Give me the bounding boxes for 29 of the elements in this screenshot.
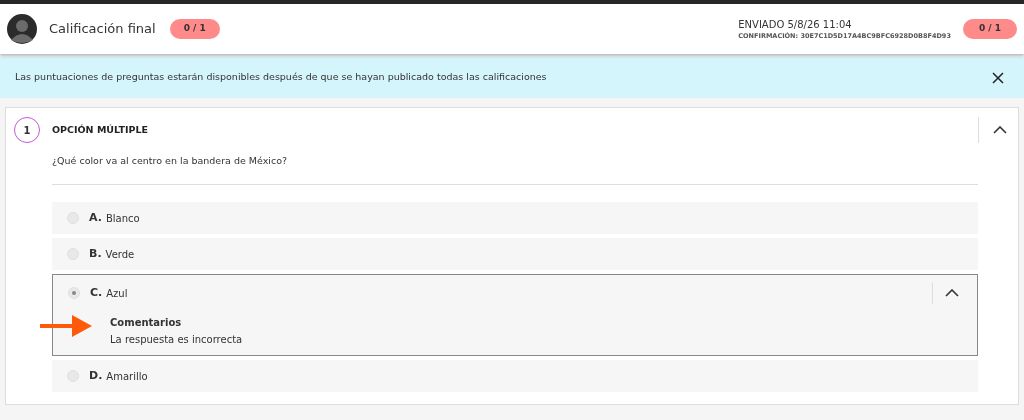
option-text: Azul	[106, 286, 128, 301]
option-text: Amarillo	[106, 369, 148, 384]
score-badge: 0 / 1	[169, 19, 220, 39]
question-text: ¿Qué color va al centro en la bandera de México?	[52, 155, 288, 166]
option-letter: B.	[89, 245, 102, 262]
option-letter: A.	[89, 209, 102, 226]
question-type: OPCIÓN MÚLTIPLE	[52, 122, 149, 137]
avatar-icon	[7, 14, 37, 44]
collapse-button[interactable]	[945, 289, 959, 297]
answer-option[interactable]: A. Blanco	[52, 202, 978, 234]
feedback-title: Comentarios	[110, 316, 183, 330]
chevron-up-icon	[945, 289, 959, 297]
answer-option[interactable]: C. Azul Comentarios La respuesta es incorrecta	[52, 274, 978, 356]
radio-button[interactable]	[68, 287, 80, 299]
score-badge: 0 / 1	[962, 19, 1017, 39]
chevron-up-icon	[992, 126, 1007, 134]
option-letter: C.	[90, 284, 103, 301]
banner-text: Las puntuaciones de preguntas estarán disponibles después de que se hayan publicado todas las calificaciones	[15, 70, 547, 85]
answer-option[interactable]: D. Amarillo	[52, 360, 978, 392]
close-button[interactable]	[992, 71, 1004, 84]
close-icon	[992, 71, 1004, 84]
option-letter: D.	[89, 367, 103, 384]
option-text: Blanco	[105, 211, 140, 226]
option-text: Verde	[105, 247, 135, 262]
submitted-date: ENVIADO 5/8/26 11:04	[738, 17, 853, 32]
feedback-text: La respuesta es incorrecta	[110, 333, 244, 347]
page-title: Calificación final	[49, 20, 156, 39]
arrow-icon	[40, 315, 92, 337]
answer-option[interactable]: B. Verde	[52, 238, 978, 270]
